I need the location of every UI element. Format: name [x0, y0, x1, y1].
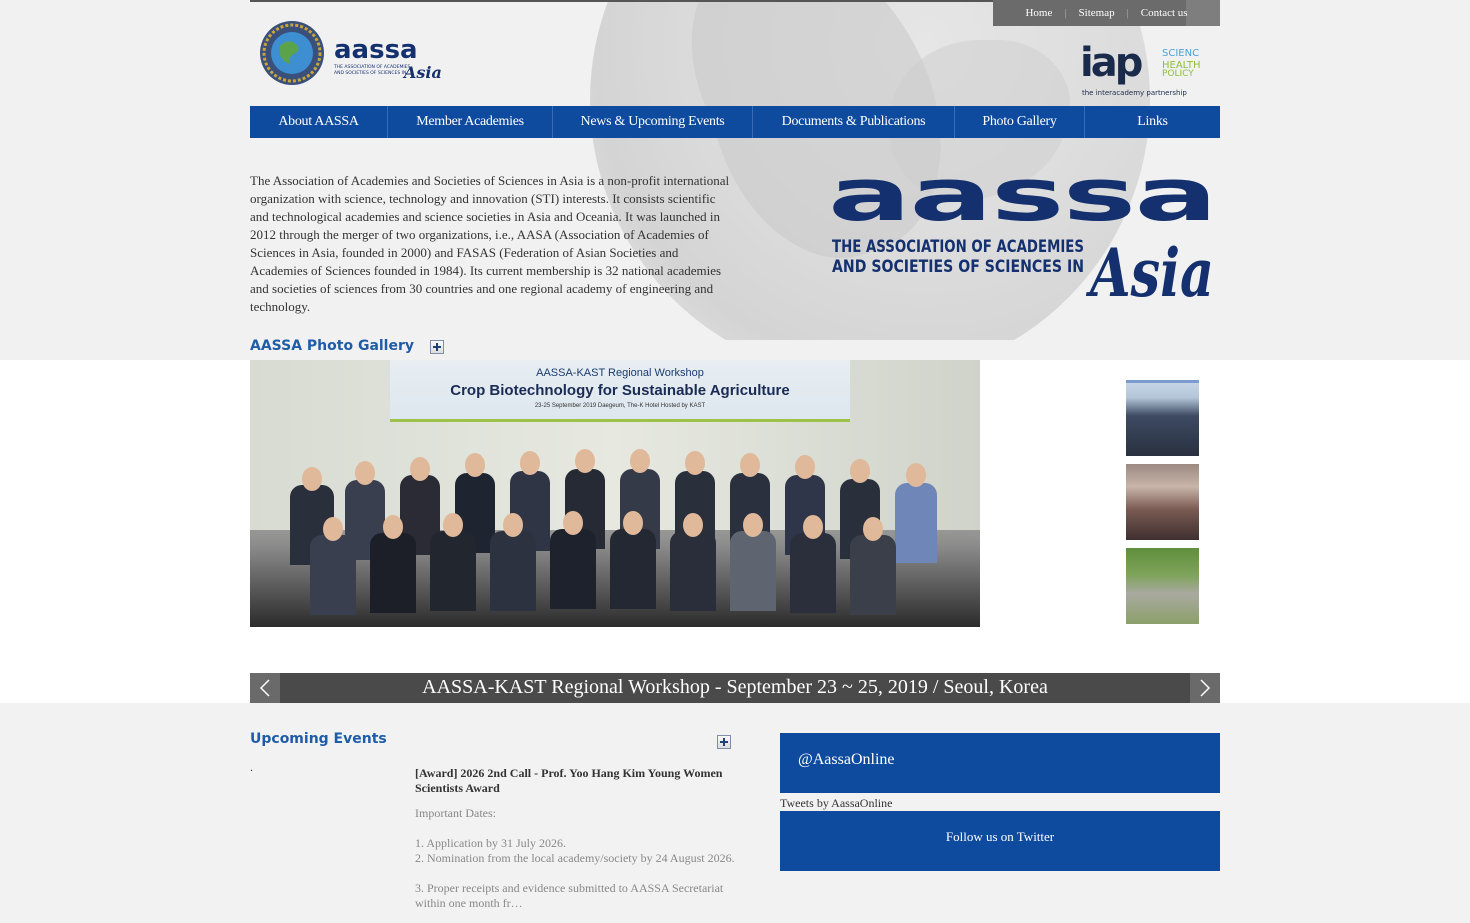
gallery-caption-bar: AASSA-KAST Regional Workshop - September… — [250, 673, 1220, 703]
svg-text:POLICY: POLICY — [1162, 69, 1194, 79]
gallery-more-icon[interactable] — [430, 340, 444, 354]
nav-member-academies[interactable]: Member Academies — [388, 106, 553, 138]
gallery-thumbnail-2[interactable] — [1126, 464, 1199, 540]
upcoming-events-title: Upcoming Events — [250, 731, 387, 747]
next-arrow-icon[interactable] — [1190, 673, 1220, 703]
top-rule — [250, 0, 993, 2]
previous-arrow-icon[interactable] — [250, 673, 280, 703]
contact-link[interactable]: Contact us — [1129, 7, 1200, 19]
iap-wordmark: iap — [1080, 40, 1142, 86]
twitter-handle-box[interactable]: @AassaOnline — [780, 733, 1220, 793]
svg-text:Asia: Asia — [402, 63, 442, 82]
event-line: 2. Nomination from the local academy/soc… — [415, 851, 735, 865]
nav-documents[interactable]: Documents & Publications — [753, 106, 955, 138]
tweets-by-link[interactable]: Tweets by AassaOnline — [780, 796, 892, 811]
lower-band — [0, 703, 1470, 923]
gallery-thumbnail-3[interactable] — [1126, 548, 1199, 624]
event-bullet: . — [250, 760, 253, 774]
nav-about[interactable]: About AASSA — [250, 106, 388, 138]
logo-wordmark: aassa — [334, 35, 418, 65]
svg-text:AND SOCIETIES OF SCIENCES IN: AND SOCIETIES OF SCIENCES IN — [334, 70, 406, 76]
event-line: Important Dates: — [415, 806, 496, 820]
events-more-icon[interactable] — [717, 735, 731, 749]
svg-text:aassa: aassa — [828, 168, 1216, 237]
svg-text:THE ASSOCIATION OF ACADEMIES: THE ASSOCIATION OF ACADEMIES — [832, 237, 1084, 257]
intro-text: The Association of Academies and Societi… — [250, 173, 730, 314]
aassa-big-logo: aassa THE ASSOCIATION OF ACADEMIES AND S… — [828, 153, 1218, 312]
svg-text:AND SOCIETIES OF SCIENCES IN: AND SOCIETIES OF SCIENCES IN — [832, 257, 1084, 277]
gallery-thumbnail-1[interactable] — [1126, 380, 1199, 456]
svg-text:THE ASSOCIATION OF ACADEMIES: THE ASSOCIATION OF ACADEMIES — [333, 64, 410, 70]
main-nav: About AASSA Member Academies News & Upco… — [250, 106, 1220, 138]
nav-photo-gallery[interactable]: Photo Gallery — [955, 106, 1085, 138]
event-line: 1. Application by 31 July 2026. — [415, 836, 566, 850]
utility-bar: Home | Sitemap | Contact us — [993, 0, 1220, 26]
sitemap-link[interactable]: Sitemap — [1067, 7, 1127, 19]
aassa-logo[interactable]: aassa THE ASSOCIATION OF ACADEMIES AND S… — [258, 18, 448, 88]
svg-text:the interacademy partnership: the interacademy partnership — [1082, 89, 1187, 97]
iap-logo[interactable]: iap SCIENCE HEALTH POLICY the interacade… — [1080, 38, 1205, 98]
gallery-title: AASSA Photo Gallery — [250, 338, 415, 354]
gallery-caption: AASSA-KAST Regional Workshop - September… — [422, 676, 1048, 698]
gallery-main-photo[interactable]: AASSA-KAST Regional Workshop Crop Biotec… — [250, 360, 980, 627]
hero-band — [0, 0, 1470, 360]
svg-text:Asia: Asia — [1085, 234, 1214, 308]
event-title-link[interactable]: [Award] 2026 2nd Call - Prof. Yoo Hang K… — [415, 766, 735, 796]
gallery-thumbnails — [1126, 380, 1199, 632]
group-of-people — [250, 435, 980, 627]
nav-news-events[interactable]: News & Upcoming Events — [553, 106, 753, 138]
home-link[interactable]: Home — [1013, 7, 1064, 19]
nav-links[interactable]: Links — [1085, 106, 1220, 138]
event-line: 3. Proper receipts and evidence submitte… — [415, 881, 724, 910]
svg-text:SCIENCE: SCIENCE — [1162, 48, 1200, 59]
follow-twitter-button[interactable]: Follow us on Twitter — [780, 811, 1220, 871]
photo-banner: AASSA-KAST Regional Workshop Crop Biotec… — [390, 360, 850, 422]
